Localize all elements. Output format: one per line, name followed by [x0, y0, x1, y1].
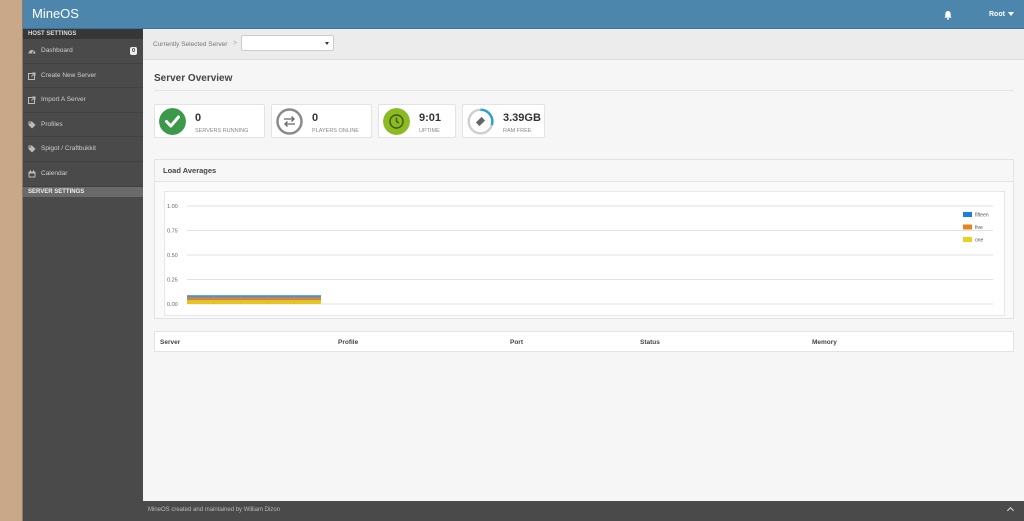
- calendar-icon: [28, 170, 36, 178]
- external-link-icon: [28, 72, 36, 80]
- stat-value: 0: [312, 112, 319, 124]
- stat-value: 3.39GB: [503, 112, 541, 124]
- sidebar-item-label: Profiles: [41, 120, 63, 128]
- legend-swatch-fifteen: [963, 212, 972, 217]
- column-header-port[interactable]: Port: [510, 339, 523, 346]
- sidebar-item-profiles[interactable]: Profiles: [23, 113, 143, 138]
- legend-label: fifteen: [975, 213, 989, 219]
- caret-down-icon: [325, 42, 329, 45]
- column-header-memory[interactable]: Memory: [812, 339, 837, 346]
- sidebar-section-host: HOST SETTINGS: [23, 29, 143, 39]
- sidebar: HOST SETTINGS Dashboard 0 Create New Ser…: [23, 29, 143, 521]
- stat-servers-running: 0 SERVERS RUNNING: [154, 104, 265, 138]
- stat-value: 9:01: [419, 112, 442, 124]
- stat-ram-free: 3.39GB RAM FREE: [462, 104, 545, 138]
- footer-text: MineOS created and maintained by William…: [148, 507, 281, 513]
- stat-label: UPTIME: [419, 128, 440, 134]
- sidebar-item-label: Create New Server: [41, 71, 97, 79]
- chart-svg: 1.00 0.75 0.50 0.25 0.00 fifteen five one: [167, 204, 993, 308]
- sidebar-item-spigot-craftbukkit[interactable]: Spigot / Craftbukkit: [23, 137, 143, 162]
- app-brand[interactable]: MineOS: [32, 6, 79, 21]
- area-segment-one: [294, 300, 321, 304]
- stat-label: SERVERS RUNNING: [195, 128, 249, 134]
- panel-title: Load Averages: [155, 160, 1013, 182]
- exchange-icon: [276, 108, 303, 135]
- y-tick-label: 0.25: [167, 278, 178, 284]
- legend-label: one: [975, 238, 984, 244]
- area-segment-one: [240, 300, 268, 304]
- breadcrumb-separator: >: [233, 40, 238, 47]
- stat-label: PLAYERS ONLINE: [312, 128, 359, 134]
- user-menu-label: Root: [989, 11, 1005, 18]
- user-menu[interactable]: Root: [989, 11, 1014, 18]
- column-header-status[interactable]: Status: [640, 339, 660, 346]
- load-averages-panel: Load Averages 1.00 0.75 0.50 0.25 0.00 fiftee…: [154, 159, 1014, 319]
- legend-swatch-one: [963, 237, 972, 242]
- column-header-profile[interactable]: Profile: [338, 339, 358, 346]
- sidebar-item-create-new-server[interactable]: Create New Server: [23, 64, 143, 89]
- sidebar-item-import-a-server[interactable]: Import A Server: [23, 88, 143, 113]
- stat-players-online: 0 PLAYERS ONLINE: [271, 104, 372, 138]
- area-segment-one: [187, 300, 214, 304]
- breadcrumb-label: Currently Selected Server: [153, 41, 228, 48]
- top-navbar: MineOS Root: [23, 0, 1024, 29]
- sidebar-item-calendar[interactable]: Calendar: [23, 162, 143, 187]
- external-link-icon: [28, 96, 36, 105]
- stat-uptime: 9:01 UPTIME: [378, 104, 456, 138]
- area-segment-one: [267, 300, 295, 304]
- breadcrumb: Currently Selected Server >: [143, 29, 1024, 60]
- load-averages-chart: 1.00 0.75 0.50 0.25 0.00 fifteen five one: [164, 191, 1005, 316]
- y-tick-label: 1.00: [167, 204, 178, 210]
- sidebar-item-label: Calendar: [41, 169, 68, 177]
- tags-icon: [28, 121, 36, 129]
- footer: MineOS created and maintained by William…: [143, 501, 1024, 521]
- sidebar-item-label: Import A Server: [41, 96, 86, 104]
- sidebar-item-label: Dashboard: [41, 47, 73, 54]
- dashboard-count-badge: 0: [129, 47, 137, 55]
- stat-value: 0: [195, 112, 202, 124]
- dashboard-icon: [28, 50, 36, 54]
- servers-table: Server Profile Port Status Memory: [154, 331, 1014, 352]
- legend-label: five: [975, 225, 983, 231]
- stat-label: RAM FREE: [503, 128, 532, 134]
- app-window: MineOS Root HOST SETTINGS Dashboard 0 Cr…: [22, 0, 1024, 521]
- bell-icon[interactable]: [943, 10, 953, 20]
- main-content: Currently Selected Server > Server Overv…: [143, 29, 1024, 501]
- y-tick-label: 0.75: [167, 229, 178, 235]
- sidebar-item-label: Spigot / Craftbukkit: [41, 145, 96, 153]
- y-tick-label: 0.00: [167, 302, 178, 308]
- sidebar-section-server: SERVER SETTINGS: [23, 186, 143, 197]
- caret-down-icon: [1007, 12, 1014, 17]
- column-header-server[interactable]: Server: [160, 339, 180, 346]
- divider: [154, 90, 1014, 91]
- tags-icon: [28, 145, 36, 153]
- ram-gauge-icon: [467, 108, 494, 135]
- page-title: Server Overview: [154, 73, 233, 84]
- clock-icon: [383, 108, 410, 135]
- y-tick-label: 0.50: [167, 253, 178, 259]
- chevron-up-icon[interactable]: [1006, 506, 1015, 515]
- check-icon: [159, 108, 186, 135]
- area-segment-one: [213, 300, 241, 304]
- sidebar-item-dashboard[interactable]: Dashboard 0: [23, 39, 143, 64]
- server-select[interactable]: [241, 35, 334, 51]
- legend-swatch-five: [963, 224, 972, 230]
